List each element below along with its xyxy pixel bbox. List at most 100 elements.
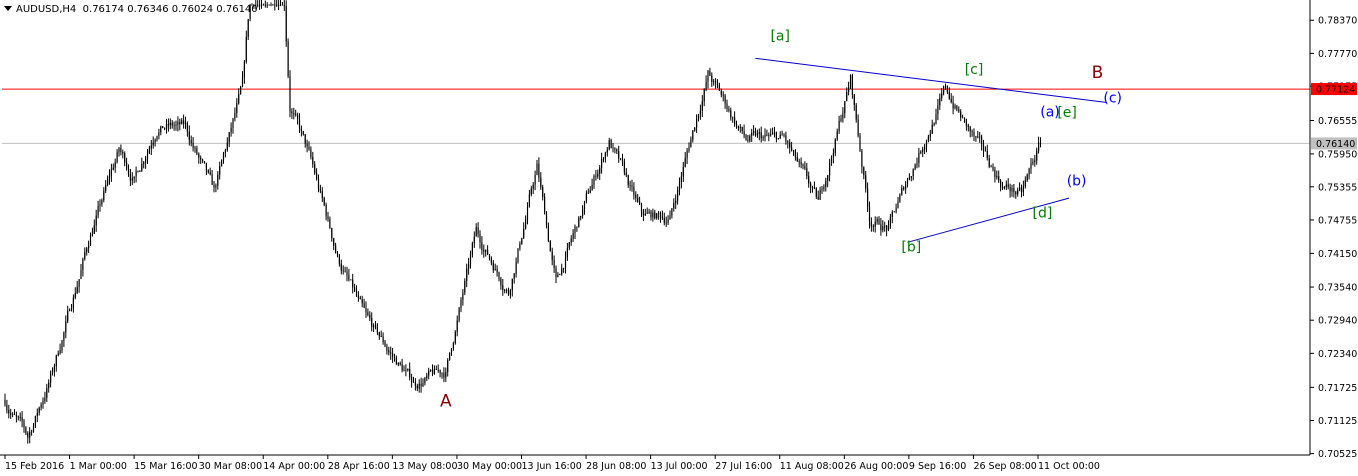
candle-body — [314, 164, 316, 174]
candle-body — [416, 385, 418, 389]
candle-body — [756, 133, 758, 136]
candle-body — [574, 226, 576, 234]
candle-body — [893, 211, 895, 213]
candle-body — [287, 41, 289, 77]
candle-body — [363, 303, 365, 308]
candle-body — [887, 225, 890, 230]
candle-body — [135, 171, 137, 177]
candle-body — [245, 36, 247, 62]
candle-body — [439, 369, 441, 374]
candle-body — [918, 152, 920, 163]
candle-body — [447, 359, 449, 372]
candle-body — [471, 242, 473, 255]
candle-body — [962, 117, 964, 119]
candle-body — [177, 121, 179, 125]
symbol-label: AUDUSD,H4 — [16, 4, 77, 15]
candle-body — [521, 238, 523, 244]
x-tick-label: 15 Mar 16:00 — [134, 461, 197, 472]
candle-body — [342, 270, 344, 272]
candle-body — [475, 227, 477, 237]
candle-body — [990, 166, 992, 168]
candle-body — [407, 368, 409, 371]
candle-body — [454, 331, 456, 344]
candle-body — [502, 285, 504, 290]
candle-body — [599, 167, 601, 174]
candle-body — [825, 180, 827, 187]
candle-body — [979, 136, 981, 138]
candle-body — [614, 147, 616, 150]
candle-body — [697, 114, 700, 119]
candle-body — [202, 159, 204, 162]
candle-body — [10, 413, 12, 415]
candle-body — [616, 149, 618, 151]
candle-body — [715, 81, 717, 83]
candle-body — [350, 279, 352, 281]
wave-label: (a) — [1040, 104, 1060, 120]
candle-body — [452, 343, 454, 349]
candle-body — [238, 93, 240, 104]
candle-body — [867, 188, 869, 207]
low-value: 0.76024 — [171, 4, 214, 15]
candle-body — [80, 270, 82, 280]
candle-body — [922, 149, 924, 152]
candle-body — [804, 166, 806, 169]
candle-body — [703, 89, 705, 102]
wave-label: [e] — [1057, 105, 1077, 121]
price-chart[interactable]: A [a] [b] [c] [d] [e](a) (b) (c) B 0.78370 0.7777… — [0, 0, 1358, 476]
candle-body — [671, 208, 673, 216]
candle-body — [116, 152, 118, 163]
candle-body — [874, 221, 876, 227]
candle-body — [186, 122, 188, 132]
candle-body — [1017, 190, 1019, 195]
candle-body — [601, 159, 603, 168]
candle-body — [329, 219, 331, 229]
candle-body — [836, 131, 838, 140]
candle-body — [587, 192, 589, 194]
candle-body — [882, 226, 884, 231]
candle-body — [183, 120, 185, 124]
candle-body — [829, 163, 831, 176]
candle-body — [369, 314, 371, 319]
candle-body — [925, 140, 928, 147]
y-tick-label: 0.76555 — [1318, 116, 1357, 127]
candle-body — [821, 188, 823, 190]
candle-body — [412, 382, 415, 383]
candle-body — [593, 175, 595, 185]
candle-body — [498, 272, 500, 279]
candle-body — [764, 134, 766, 138]
candle-body — [536, 163, 538, 176]
candle-body — [335, 245, 337, 253]
candle-body — [1013, 188, 1015, 193]
candle-body — [361, 299, 363, 304]
wave-label: A — [440, 391, 452, 411]
plot-area — [0, 0, 1358, 476]
candle-body — [889, 216, 891, 226]
candle-body — [352, 279, 354, 288]
candle-body — [462, 292, 464, 300]
candle-body — [637, 197, 639, 202]
candle-body — [443, 373, 445, 378]
candle-body — [283, 4, 285, 6]
candle-body — [1001, 187, 1004, 188]
candle-body — [564, 257, 567, 269]
candle-body — [194, 147, 196, 149]
candle-body — [236, 103, 238, 113]
candle-body — [791, 147, 793, 151]
y-tick-label: 0.70525 — [1318, 449, 1357, 460]
candle-body — [517, 248, 519, 263]
candle-body — [293, 113, 295, 115]
candle-body — [608, 140, 610, 150]
candle-body — [585, 193, 587, 202]
candle-body — [868, 206, 871, 223]
candle-body — [737, 125, 739, 128]
candle-body — [496, 269, 498, 273]
candle-body — [179, 121, 181, 125]
candle-body — [783, 134, 785, 136]
dropdown-triangle-icon[interactable] — [4, 6, 12, 11]
candle-body — [861, 150, 863, 168]
candle-body — [992, 166, 994, 170]
candle-body — [849, 75, 852, 87]
candle-body — [192, 142, 194, 148]
candle-body — [996, 175, 998, 178]
candle-body — [6, 404, 8, 410]
